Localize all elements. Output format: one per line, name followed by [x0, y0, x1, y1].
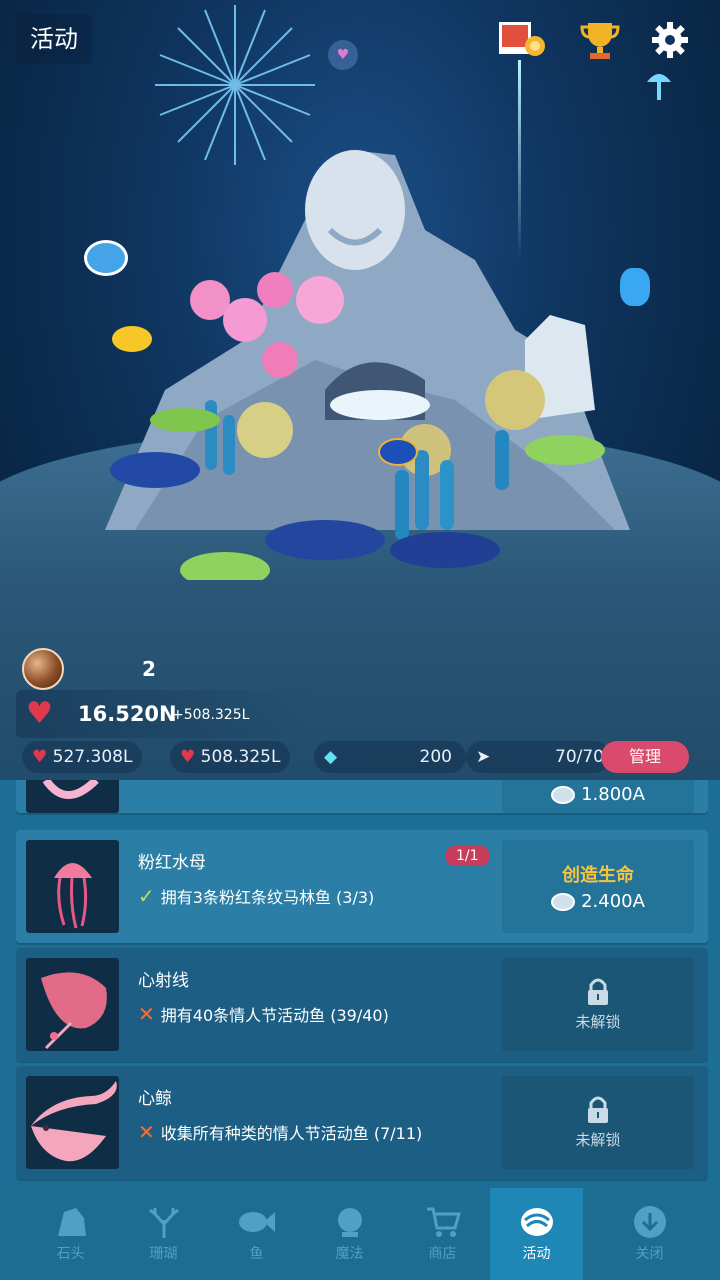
cost-value: 1.800A [581, 784, 645, 805]
heart-bubble[interactable]: ♥ [328, 40, 358, 70]
tap-heart-icon: ♥ [32, 747, 48, 767]
close-down-icon [631, 1205, 669, 1239]
nav-label: 石头 [56, 1246, 85, 1262]
creature-name: 粉红水母 [138, 853, 206, 873]
auto-value: 508.325L [200, 747, 281, 767]
pearl-counter[interactable]: 2 [22, 648, 156, 690]
check-icon: ✓ [138, 884, 155, 908]
nav-label: 活动 [522, 1246, 551, 1262]
gear-icon[interactable] [648, 18, 692, 62]
nav-item-shop[interactable]: 商店 [396, 1188, 489, 1280]
fish-icon [238, 1205, 276, 1239]
coin-icon [551, 892, 576, 911]
aquarium-scene[interactable]: ♥ 活动 2 ♥ 16.520N +508.325L [0, 0, 720, 780]
locked-label: 未解锁 [575, 1013, 621, 1031]
tap-value: 527.308L [52, 747, 133, 767]
heart-icon: ♥ [26, 696, 53, 731]
condition-text: 拥有3条粉红条纹马林鱼 (3/3) [160, 888, 375, 907]
pearl-count: 2 [142, 657, 156, 681]
list-item[interactable]: 心鲸 ✕ 收集所有种类的情人节活动鱼 (7/11) 未解锁 [16, 1066, 708, 1179]
magic-icon [331, 1205, 369, 1239]
cross-icon: ✕ [138, 1120, 155, 1144]
nav-item-close[interactable]: 关闭 [603, 1188, 696, 1280]
pink-jellyfish-thumbnail [26, 840, 119, 933]
unlock-condition: ✓ 拥有3条粉红条纹马林鱼 (3/3) [138, 884, 374, 908]
lock-icon [588, 978, 608, 1005]
fish-sprite[interactable] [620, 268, 650, 306]
locked-action: 未解锁 [502, 958, 694, 1051]
create-life-button[interactable]: 创造生命 2.400A [502, 840, 694, 933]
manage-button[interactable]: 管理 [601, 741, 689, 773]
jellyfish-icon[interactable] [642, 66, 676, 106]
fish-capacity: 70/70 [555, 747, 604, 767]
nav-item-event[interactable]: 活动 [490, 1188, 583, 1280]
locked-label: 未解锁 [575, 1131, 621, 1149]
condition-text: 收集所有种类的情人节活动鱼 (7/11) [160, 1124, 423, 1143]
fish-capacity-chip[interactable]: ➤ 70/70 [466, 741, 610, 773]
cross-icon: ✕ [138, 1002, 155, 1026]
event-shell-icon [518, 1205, 556, 1239]
owned-badge: 1/1 [446, 846, 489, 866]
firework-effect [155, 5, 315, 165]
unlock-condition: ✕ 收集所有种类的情人节活动鱼 (7/11) [138, 1120, 422, 1144]
gem-count: 200 [419, 747, 452, 767]
coral-mountain [105, 150, 630, 580]
fish-sprite[interactable] [112, 326, 152, 352]
event-creature-list[interactable]: 1.800A 粉红水母 1/1 ✓ 拥有3条粉红条纹马林鱼 (3/3) 创造生命… [0, 780, 720, 1188]
list-item[interactable]: 心射线 ✕ 拥有40条情人节活动鱼 (39/40) 未解锁 [16, 948, 708, 1061]
nav-item-coral[interactable]: 珊瑚 [117, 1188, 210, 1280]
nav-item-rock[interactable]: 石头 [24, 1188, 117, 1280]
photo-album-icon[interactable] [496, 18, 548, 60]
page-title: 活动 [16, 14, 92, 64]
auto-value-chip[interactable]: ♥ 508.325L [170, 741, 291, 773]
diamond-icon: ◆ [324, 747, 338, 767]
nav-item-magic[interactable]: 魔法 [303, 1188, 396, 1280]
pearl-icon [22, 648, 64, 690]
list-item[interactable]: 粉红水母 1/1 ✓ 拥有3条粉红条纹马林鱼 (3/3) 创造生命 2.400A [16, 830, 708, 943]
creature-thumbnail [26, 780, 119, 813]
creature-name: 心鲸 [138, 1089, 172, 1109]
heart-ray-thumbnail [26, 958, 119, 1051]
nav-label: 魔法 [335, 1246, 364, 1262]
trophy-icon[interactable] [578, 18, 622, 62]
nav-label: 鱼 [249, 1246, 264, 1262]
condition-text: 拥有40条情人节活动鱼 (39/40) [160, 1006, 389, 1025]
coral-icon [145, 1205, 183, 1239]
heart-whale-thumbnail [26, 1076, 119, 1169]
create-label: 创造生命 [562, 865, 634, 886]
fish-sprite[interactable] [84, 240, 128, 276]
bottom-nav: 石头 珊瑚 鱼 魔法 商店 活动 关闭 [0, 1188, 720, 1280]
nav-label: 商店 [428, 1246, 457, 1262]
cart-icon [424, 1205, 462, 1239]
unlock-condition: ✕ 拥有40条情人节活动鱼 (39/40) [138, 1002, 389, 1026]
nav-item-fish[interactable]: 鱼 [210, 1188, 303, 1280]
lock-icon [588, 1096, 608, 1123]
tap-value-chip[interactable]: ♥ 527.308L [22, 741, 143, 773]
auto-heart-icon: ♥ [180, 747, 196, 767]
cost-value: 2.400A [581, 891, 645, 912]
nav-label: 珊瑚 [149, 1246, 178, 1262]
list-item-partial[interactable]: 1.800A [16, 780, 708, 813]
life-total: 16.520N [78, 702, 177, 726]
gem-chip[interactable]: ◆ 200 [314, 741, 466, 773]
create-action[interactable]: 1.800A [502, 780, 694, 813]
nav-label: 关闭 [635, 1246, 664, 1262]
coin-icon [551, 785, 576, 804]
fish-icon: ➤ [476, 747, 491, 767]
life-rate: +508.325L [172, 707, 250, 723]
rock-icon [52, 1205, 90, 1239]
fish-sprite[interactable] [378, 438, 418, 466]
locked-action: 未解锁 [502, 1076, 694, 1169]
creature-name: 心射线 [138, 971, 189, 991]
life-counter[interactable]: ♥ 16.520N +508.325L [16, 690, 316, 738]
